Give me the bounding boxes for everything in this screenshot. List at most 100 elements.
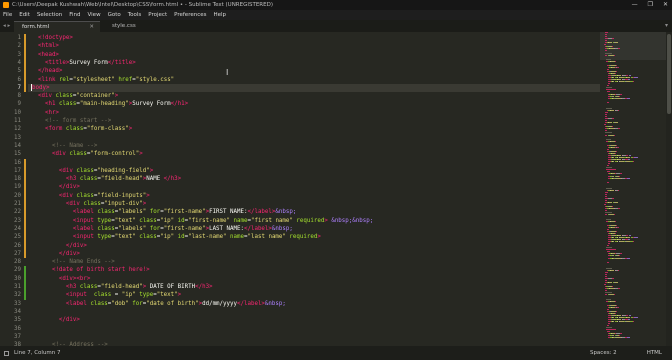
close-button[interactable]: ✕ bbox=[663, 0, 668, 10]
syntax-setting[interactable]: HTML bbox=[647, 346, 662, 360]
tab-bar: ◂ ▸ form.html ✕ style.css ▾ bbox=[0, 20, 672, 32]
code-line[interactable]: </div> bbox=[31, 242, 87, 250]
minimap-stroke bbox=[634, 237, 639, 238]
code-token: "text" bbox=[114, 234, 136, 241]
code-line[interactable]: <label class="dob" for="date of birth">d… bbox=[31, 300, 286, 308]
code-line[interactable]: <h3 class="field-head">NAME </h3> bbox=[31, 175, 181, 183]
code-line[interactable]: <!-- Name Ends --> bbox=[31, 258, 115, 266]
minimap-stroke bbox=[617, 189, 620, 191]
menu-edit[interactable]: Edit bbox=[19, 10, 30, 20]
scrollbar-thumb[interactable] bbox=[667, 34, 671, 114]
indentation-setting[interactable]: Spaces: 2 bbox=[590, 346, 617, 360]
code-line[interactable]: <input type="text" class="ip" id="first-… bbox=[31, 217, 373, 225]
code-line[interactable]: <input class = "ip" type="text"> bbox=[31, 291, 181, 299]
code-editor[interactable]: <!doctype> <html> <head> <title>Survey F… bbox=[31, 32, 599, 346]
code-token: <div bbox=[37, 93, 56, 100]
minimap-stroke bbox=[615, 64, 617, 66]
code-line[interactable]: <label class="labels" for="first-name">L… bbox=[31, 225, 293, 233]
code-line[interactable]: <div class="heading-field"> bbox=[31, 167, 153, 175]
vertical-scrollbar[interactable] bbox=[666, 32, 672, 346]
minimize-button[interactable]: — bbox=[632, 0, 638, 10]
code-line[interactable]: <form class="form-class"> bbox=[31, 125, 132, 133]
code-line[interactable]: <head> bbox=[31, 51, 59, 59]
minimap[interactable] bbox=[600, 32, 666, 346]
code-token: > bbox=[142, 201, 147, 207]
minimap-stroke bbox=[615, 152, 616, 154]
minimap-stroke bbox=[606, 218, 611, 220]
minimap-stroke bbox=[612, 286, 613, 288]
minimap-stroke bbox=[618, 335, 620, 337]
minimap-stroke bbox=[617, 269, 620, 271]
menu-goto[interactable]: Goto bbox=[108, 10, 121, 20]
minimap-stroke bbox=[620, 173, 623, 175]
minimap-stroke bbox=[612, 206, 613, 208]
code-line[interactable]: </div> bbox=[31, 250, 80, 258]
menu-file[interactable]: File bbox=[3, 10, 12, 20]
code-token: class bbox=[93, 292, 112, 299]
code-line[interactable]: <!date of birth start here!> bbox=[31, 266, 150, 274]
code-line[interactable]: <html> bbox=[31, 42, 59, 50]
minimap-stroke bbox=[627, 257, 630, 259]
tab-dropdown-icon[interactable]: ▾ bbox=[665, 20, 668, 32]
code-token: </label> bbox=[243, 225, 272, 232]
code-token: > bbox=[139, 151, 143, 158]
code-line[interactable]: <h3 class="field-head"> DATE OF BIRTH</h… bbox=[31, 283, 213, 291]
menu-tools[interactable]: Tools bbox=[128, 10, 142, 20]
menu-preferences[interactable]: Preferences bbox=[174, 10, 206, 20]
menu-view[interactable]: View bbox=[88, 10, 101, 20]
menu-selection[interactable]: Selection bbox=[37, 10, 62, 20]
code-line[interactable]: </head> bbox=[31, 67, 62, 75]
line-number: 22 bbox=[14, 209, 21, 216]
minimap-stroke bbox=[608, 42, 613, 44]
tab-style-css[interactable]: style.css bbox=[104, 21, 190, 32]
code-line[interactable]: <!-- form start --> bbox=[31, 117, 111, 125]
minimap-stroke bbox=[626, 316, 631, 318]
code-token: class bbox=[139, 217, 157, 224]
menu-project[interactable]: Project bbox=[148, 10, 167, 20]
code-line[interactable]: <!-- Name --> bbox=[31, 142, 97, 150]
code-line[interactable]: <hr> bbox=[31, 109, 59, 117]
minimap-stroke bbox=[613, 214, 615, 216]
code-token: "date of birth" bbox=[146, 300, 199, 307]
tab-form-html[interactable]: form.html ✕ bbox=[14, 21, 100, 32]
code-line[interactable]: <title>Survey Form</title> bbox=[31, 59, 136, 67]
code-token: "heading-field" bbox=[97, 167, 150, 174]
code-line[interactable]: <link rel="stylesheet" href="style.css" bbox=[31, 76, 174, 84]
menu-help[interactable]: Help bbox=[213, 10, 226, 20]
minimap-stroke bbox=[611, 38, 615, 40]
code-line[interactable]: </div> bbox=[31, 316, 80, 324]
maximize-button[interactable]: ❐ bbox=[648, 0, 653, 10]
code-line[interactable]: <input type="text" class="ip" id="last-n… bbox=[31, 233, 321, 241]
minimap-stroke bbox=[606, 251, 610, 253]
code-token: </div> bbox=[58, 317, 80, 324]
code-line[interactable]: <div><br> bbox=[31, 275, 90, 283]
code-line[interactable]: </div> bbox=[31, 183, 80, 191]
minimap-stroke bbox=[626, 237, 631, 238]
tab-nav-arrows-icon[interactable]: ◂ ▸ bbox=[3, 20, 10, 32]
code-line[interactable]: <label class="labels" for="first-name">F… bbox=[31, 208, 296, 216]
code-line[interactable]: body> bbox=[31, 83, 49, 92]
code-line[interactable]: <div class="field-inputs"> bbox=[31, 192, 150, 200]
minimap-stroke bbox=[608, 122, 613, 124]
code-token: dd/mm/yyyy bbox=[202, 300, 237, 307]
minimap-stroke bbox=[605, 292, 613, 294]
menu-find[interactable]: Find bbox=[69, 10, 80, 20]
code-line[interactable]: <div class="container"> bbox=[31, 92, 118, 100]
code-token: "container" bbox=[76, 93, 115, 100]
status-bar: Line 7, Column 7 Spaces: 2 HTML bbox=[0, 346, 672, 360]
panel-toggle-icon[interactable] bbox=[4, 350, 9, 356]
minimap-stroke bbox=[619, 157, 624, 159]
code-line[interactable]: <div class="input-div"> bbox=[31, 200, 146, 208]
code-line[interactable]: <!doctype> bbox=[31, 34, 73, 42]
line-number: 4 bbox=[17, 59, 22, 66]
code-line[interactable]: <div class="form-control"> bbox=[31, 150, 143, 158]
code-token: </h1> bbox=[170, 101, 189, 108]
code-token: "first name" bbox=[251, 217, 293, 224]
code-token: rel bbox=[58, 76, 70, 83]
code-line[interactable]: <h1 class="main-heading">Survey Form</h1… bbox=[31, 100, 188, 108]
code-token: <h3 bbox=[65, 284, 80, 290]
code-token: <!date of birth start here!> bbox=[51, 267, 150, 274]
